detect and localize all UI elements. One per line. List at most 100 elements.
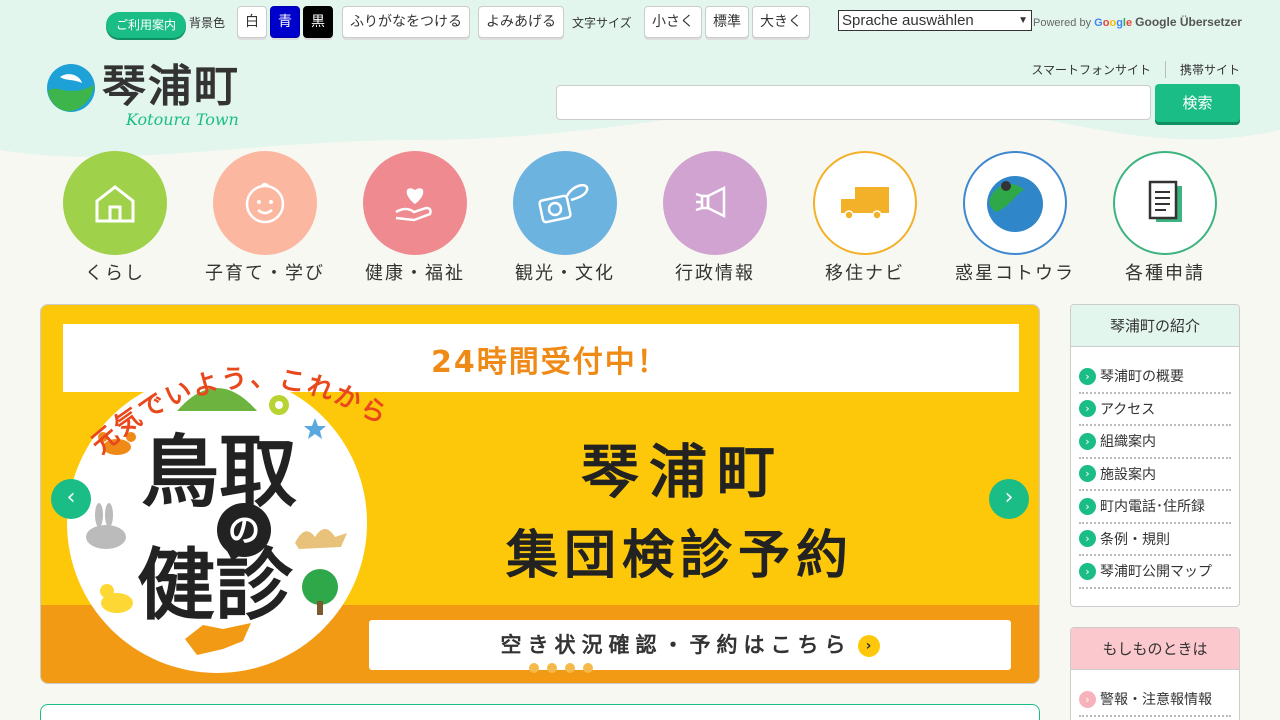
content-box [40, 704, 1040, 720]
slider-prev-button[interactable]: ‹ [51, 479, 91, 519]
arrow-right-icon: › [1079, 465, 1096, 483]
sidebar-item-ordinances[interactable]: › 条例・規則 [1079, 524, 1231, 556]
slider-dot[interactable] [529, 663, 539, 673]
nav-item-tourism[interactable]: 観光・文化 [490, 151, 640, 285]
town-emblem-icon [47, 64, 95, 112]
nav-circle [663, 151, 767, 255]
nav-item-relocation[interactable]: 移住ナビ [790, 151, 940, 285]
nav-label: 移住ナビ [825, 263, 905, 284]
nav-item-childcare[interactable]: 子育て・学び [190, 151, 340, 285]
font-large-button[interactable]: 大きく [752, 6, 810, 38]
mobile-site-link[interactable]: 携帯サイト [1166, 61, 1240, 78]
translator-text: Google Übersetzer [1135, 15, 1242, 29]
sidebar-item-label: 警報・注意報情報 [1100, 692, 1212, 709]
banner-subtitle: 集団検診予約 [506, 526, 855, 586]
banner-cta-label: 空き状況確認・予約はこちら [500, 633, 852, 657]
slider-dot[interactable] [565, 663, 575, 673]
nav-label: 各種申請 [1125, 263, 1205, 284]
language-select-value: Sprache auswählen [842, 12, 974, 29]
chevron-left-icon: ‹ [66, 485, 76, 510]
search-button[interactable]: 検索 [1155, 84, 1240, 122]
truck-icon [841, 187, 889, 220]
nav-label: 健康・福祉 [365, 263, 465, 284]
main-navigation: くらし 子育て・学び 健康・福祉 観光・文化 行政情報 移住ナビ 惑星コトウラ … [0, 151, 1280, 286]
rabbit-icon [86, 503, 126, 549]
planet-icon [987, 176, 1043, 232]
arrow-right-icon: › [1079, 497, 1096, 515]
nav-circle [63, 151, 167, 255]
smartphone-site-link[interactable]: スマートフォンサイト [1017, 61, 1166, 78]
sidebar-item-facilities[interactable]: › 施設案内 [1079, 459, 1231, 491]
nav-label: 子育て・学び [205, 263, 325, 284]
nav-circle [363, 151, 467, 255]
megaphone-icon [695, 185, 726, 219]
chevron-down-icon: ▼ [1018, 15, 1028, 26]
nav-circle [1113, 151, 1217, 255]
font-small-button[interactable]: 小さく [644, 6, 702, 38]
font-size-label: 文字サイズ [572, 16, 632, 30]
powered-by-text: Powered by [1033, 17, 1092, 29]
site-logo[interactable]: 琴浦町 Kotoura Town [46, 60, 266, 134]
sidebar-item-warnings[interactable]: › 警報・注意報情報 [1079, 684, 1231, 717]
nav-item-administration[interactable]: 行政情報 [640, 151, 790, 285]
nav-item-applications[interactable]: 各種申請 [1090, 151, 1240, 285]
banner-kanji-bottom: 健診 [137, 541, 294, 631]
sidebar-item-label: 町内電話･住所録 [1100, 499, 1205, 516]
sidebar-item-access[interactable]: › アクセス [1079, 394, 1231, 426]
banner-cta-button[interactable]: 空き状況確認・予約はこちら › [369, 620, 1011, 670]
nav-circle [513, 151, 617, 255]
guide-button[interactable]: ご利用案内 [106, 12, 187, 38]
accessibility-toolbar: ご利用案内 背景色 白 青 黒 ふりがなをつける よみあげる 文字サイズ 小さく… [0, 6, 1280, 40]
search-input[interactable] [556, 85, 1151, 120]
slider-dot[interactable] [583, 663, 593, 673]
baby-face-icon [245, 182, 285, 224]
nav-circle [213, 151, 317, 255]
documents-icon [1148, 180, 1182, 222]
logo-title: 琴浦町 [102, 61, 240, 112]
sidebar-item-label: 琴浦町の概要 [1100, 369, 1184, 386]
arrow-right-icon: › [857, 635, 880, 657]
language-select[interactable]: Sprache auswählen ▼ [838, 10, 1032, 31]
sidebar-list: › 琴浦町の概要 › アクセス › 組織案内 › 施設案内 › 町内電話･住所録 › 条例・… [1071, 347, 1239, 597]
sidebar-item-overview[interactable]: › 琴浦町の概要 [1079, 361, 1231, 394]
bg-white-button[interactable]: 白 [237, 6, 267, 38]
nav-label: 惑星コトウラ [955, 263, 1075, 284]
chevron-right-icon: › [1004, 485, 1014, 510]
hero-banner[interactable]: 24時間受付中！ 琴浦町 集団検診予約 元気でいよう、これからも 鳥取 の 健診… [40, 304, 1040, 684]
arrow-right-icon: › [1079, 562, 1096, 580]
slider-dots [529, 663, 593, 673]
furigana-button[interactable]: ふりがなをつける [342, 6, 470, 38]
header-links: スマートフォンサイト 携帯サイト [1017, 61, 1240, 78]
font-normal-button[interactable]: 標準 [705, 6, 749, 38]
nav-item-planet-kotoura[interactable]: 惑星コトウラ [940, 151, 1090, 285]
arrow-right-icon: › [1079, 367, 1096, 385]
bg-blue-button[interactable]: 青 [270, 6, 300, 38]
arrow-right-icon: › [1079, 432, 1096, 450]
sidebar-heading: 琴浦町の紹介 [1071, 305, 1239, 347]
sidebar-item-label: 条例・規則 [1100, 531, 1170, 548]
logo-subtitle: Kotoura Town [126, 110, 239, 129]
slider-dot[interactable] [547, 663, 557, 673]
sidebar-item-public-map[interactable]: › 琴浦町公開マップ [1079, 556, 1231, 589]
arrow-right-icon: › [1079, 400, 1096, 418]
banner-title: 琴浦町 [581, 438, 786, 506]
background-color-label: 背景色 [189, 16, 226, 30]
bg-black-button[interactable]: 黒 [303, 6, 333, 38]
read-aloud-button[interactable]: よみあげる [478, 6, 564, 38]
google-translate-credit[interactable]: Powered by Google Google Übersetzer [1033, 15, 1242, 29]
sidebar-item-organization[interactable]: › 組織案内 [1079, 426, 1231, 459]
sidebar-item-label: 施設案内 [1100, 466, 1156, 483]
nav-item-living[interactable]: くらし [40, 151, 190, 285]
camel-icon [295, 529, 347, 549]
sidebar-item-directory[interactable]: › 町内電話･住所録 [1079, 491, 1231, 524]
nav-item-health[interactable]: 健康・福祉 [340, 151, 490, 285]
arrow-right-icon: › [1079, 690, 1096, 708]
sidebar-item-label: 組織案内 [1100, 434, 1156, 451]
slider-next-button[interactable]: › [989, 479, 1029, 519]
sidebar-heading: もしものときは [1071, 628, 1239, 670]
nav-circle [963, 151, 1067, 255]
google-logo-icon: Google [1094, 17, 1133, 29]
sidebar-item-label: アクセス [1100, 401, 1156, 418]
sidebar-town-intro: 琴浦町の紹介 › 琴浦町の概要 › アクセス › 組織案内 › 施設案内 › 町内電話･住… [1070, 304, 1240, 607]
banner-kanji-top: 鳥取 [141, 428, 298, 518]
